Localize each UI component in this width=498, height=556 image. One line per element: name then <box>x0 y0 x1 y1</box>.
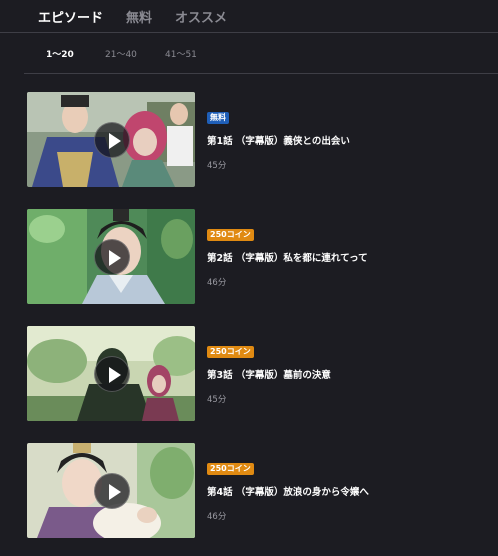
episode-item-3[interactable]: 250コイン 第3話 （字幕版）墓前の決意 45分 <box>27 326 467 421</box>
episode-thumbnail[interactable] <box>27 326 195 421</box>
coin-price-badge: 250コイン <box>207 463 254 475</box>
episode-item-2[interactable]: 250コイン 第2話 （字幕版）私を都に連れてって 46分 <box>27 209 467 304</box>
episode-thumbnail[interactable] <box>27 209 195 304</box>
episode-duration: 45分 <box>207 161 227 171</box>
range-tab-21-40[interactable]: 21〜40 <box>105 47 137 60</box>
episode-thumbnail[interactable] <box>27 92 195 187</box>
episode-tabs: エピソード 無料 オススメ <box>0 0 498 33</box>
episode-duration: 46分 <box>207 512 227 522</box>
free-badge: 無料 <box>207 112 229 124</box>
play-icon[interactable] <box>94 473 130 509</box>
episode-title[interactable]: 第4話 （字幕版）放浪の身から令嬢へ <box>207 484 369 498</box>
range-tab-1-20[interactable]: 1〜20 <box>46 47 74 60</box>
tab-episodes[interactable]: エピソード <box>38 7 103 26</box>
episode-duration: 45分 <box>207 395 227 405</box>
episode-duration: 46分 <box>207 278 227 288</box>
episode-title[interactable]: 第2話 （字幕版）私を都に連れてって <box>207 250 368 264</box>
episode-thumbnail[interactable] <box>27 443 195 538</box>
play-icon[interactable] <box>94 356 130 392</box>
coin-price-badge: 250コイン <box>207 346 254 358</box>
episode-range-selector: 1〜20 21〜40 41〜51 <box>24 34 498 74</box>
play-icon[interactable] <box>94 122 130 158</box>
coin-price-badge: 250コイン <box>207 229 254 241</box>
episode-title[interactable]: 第3話 （字幕版）墓前の決意 <box>207 367 331 381</box>
play-icon[interactable] <box>94 239 130 275</box>
episode-item-1[interactable]: 無料 第1話 （字幕版）義侠との出会い 45分 <box>27 92 467 187</box>
range-tab-41-51[interactable]: 41〜51 <box>165 47 197 60</box>
tab-recommended[interactable]: オススメ <box>175 7 227 26</box>
episode-title[interactable]: 第1話 （字幕版）義侠との出会い <box>207 133 350 147</box>
tab-free[interactable]: 無料 <box>126 7 152 26</box>
episode-item-4[interactable]: 250コイン 第4話 （字幕版）放浪の身から令嬢へ 46分 <box>27 443 467 538</box>
